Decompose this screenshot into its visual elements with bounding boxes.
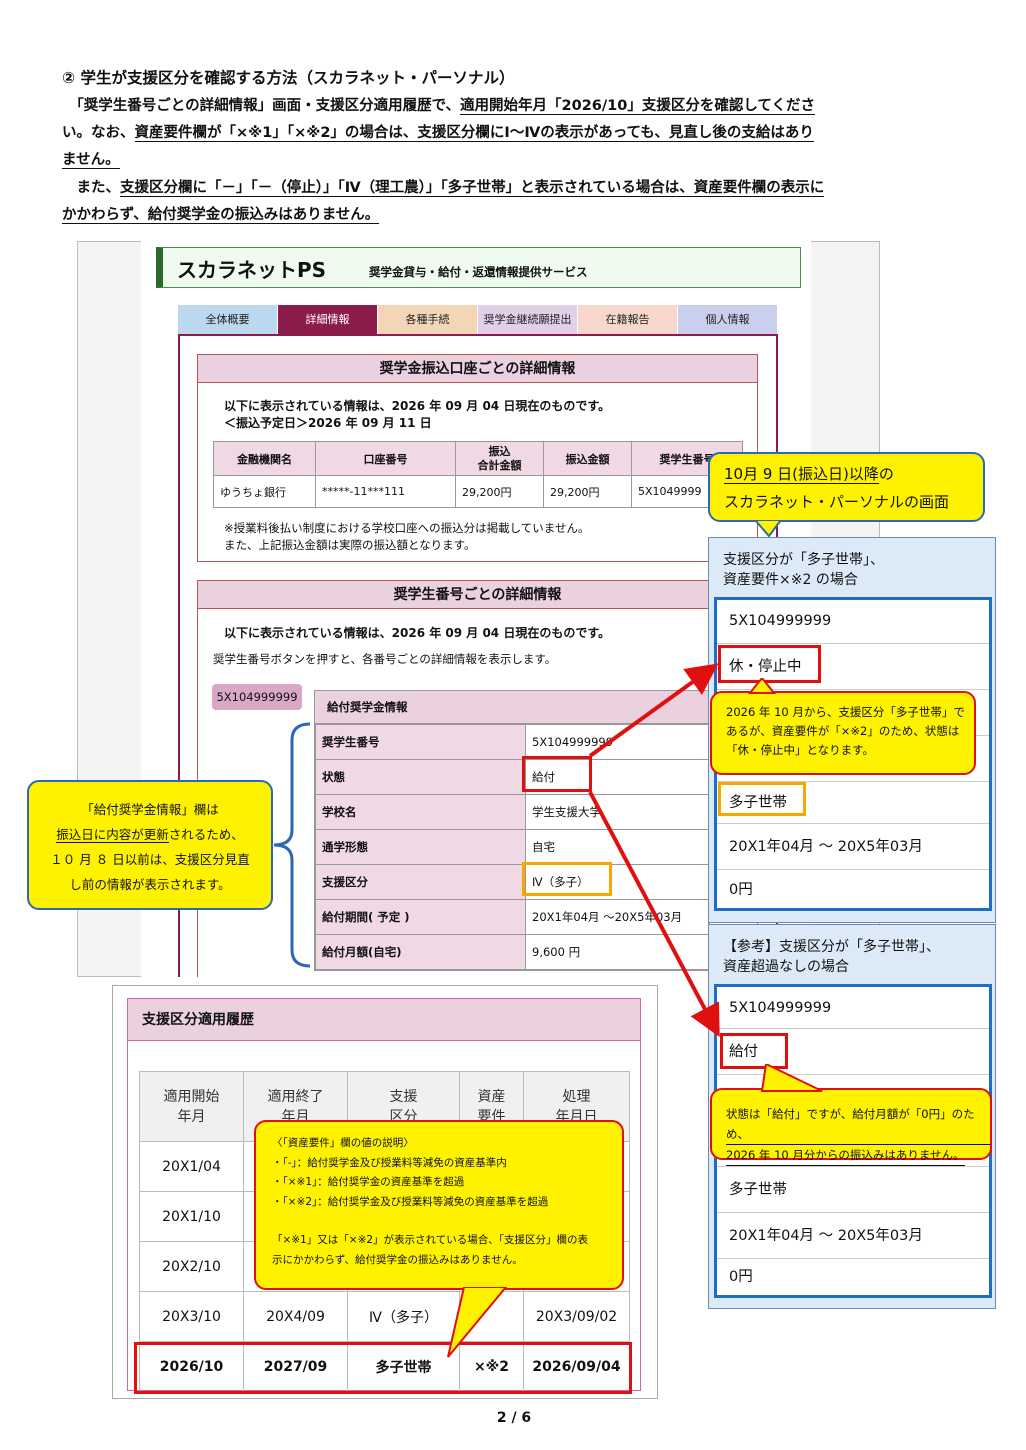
hist-col-start: 適用開始 年月	[139, 1071, 244, 1142]
hist-row-4-processed: 20X3/09/02	[523, 1291, 630, 1342]
page-number: 2 / 6	[496, 1410, 532, 1426]
hist-row-3-start: 20X2/10	[139, 1241, 244, 1292]
history-title: 支援区分適用履歴	[128, 999, 640, 1041]
hist-row-4-end: 20X4/09	[243, 1291, 348, 1342]
asset-legend-callout: 〈「資産要件」欄の値の説明〉 ・「-」：給付奨学金及び授業料等減免の資産基準内 …	[254, 1120, 624, 1290]
hist-row-4-category: Ⅳ（多子）	[347, 1291, 460, 1342]
hist-row-2-start: 20X1/10	[139, 1191, 244, 1242]
asset-legend-pointer	[447, 1287, 508, 1358]
history-row-highlight	[134, 1342, 632, 1394]
hist-row-1-start: 20X1/04	[139, 1141, 244, 1192]
hist-row-4-start: 20X3/10	[139, 1291, 244, 1342]
arrow-to-panel-1	[588, 663, 719, 758]
